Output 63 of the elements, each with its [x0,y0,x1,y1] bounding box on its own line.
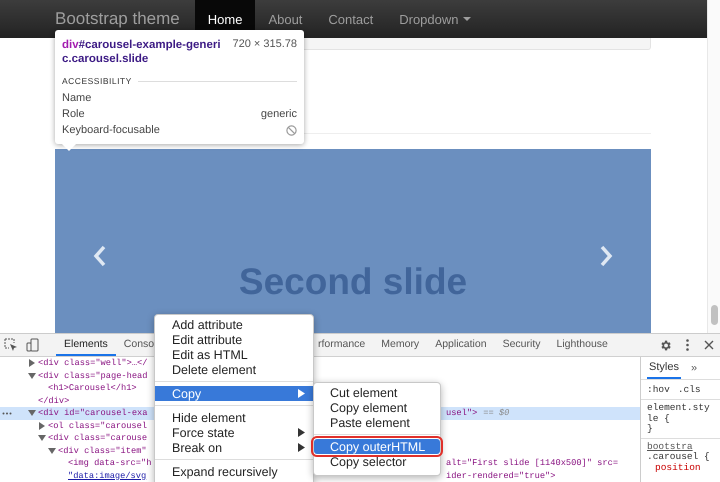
html-code: <div id="carousel-exa [38,408,148,418]
menu-item[interactable]: Edit as HTML [155,347,313,362]
property-label: Keyboard-focusable [62,124,160,136]
scrollbar-thumb[interactable] [710,305,718,325]
more-tabs-button[interactable]: » [690,357,698,379]
css-rule: element.style { [646,403,711,424]
html-code: <div class="page-head [38,370,148,381]
menu-item[interactable]: Hide element [155,410,313,425]
menu-item[interactable]: Edit attribute [155,332,313,347]
element-selector: div#carousel-example-generic.carousel.slide [62,38,222,66]
expanded-triangle-icon[interactable] [48,446,56,455]
html-code: alt="First slide [1140x500]" src= [446,458,618,468]
css-rule: .carousel { [646,452,711,462]
html-code: <div class="well">…</ [38,358,148,368]
collapsed-triangle-icon[interactable] [28,359,36,368]
html-code: <img data-src="h [68,458,152,468]
html-code: <ol class="carousel [48,420,148,431]
menu-item[interactable]: Paste element [314,415,440,430]
css-property: position [654,462,702,473]
menu-item[interactable]: Delete element [155,362,313,377]
html-code: </div> [38,396,70,406]
no-icon [286,124,297,136]
expanded-triangle-icon[interactable] [28,372,36,380]
caret-icon [462,17,470,21]
devtools-tab[interactable]: Memory [373,334,428,356]
menu-item[interactable]: Add attribute [155,317,313,332]
devtools-tab[interactable]: rformance [310,334,374,356]
html-code: ider-rendered="true"> [446,470,556,481]
section-heading: ACCESSIBILITY [62,76,132,86]
styles-tab[interactable]: Styles [647,357,681,379]
element-size: 720 × 315.78 [232,38,297,52]
css-rule: } [646,424,654,434]
menu-item[interactable]: Break on [155,440,313,455]
menu-item[interactable]: Force state [155,425,313,440]
source-link[interactable]: bootstra [641,438,720,452]
menu-item[interactable]: Expand recursively [155,464,313,479]
filter-toggle[interactable]: .cls [678,384,701,395]
chevron-right-icon[interactable] [599,245,614,267]
html-code: <h1>Carousel</h1> [48,383,137,394]
devtools-tab[interactable]: Lighthouse [548,334,616,356]
html-code: <div class="item" [58,446,147,456]
devtools-tab[interactable]: Elements [56,334,116,356]
nav-link[interactable]: Contact [315,0,386,38]
menu-item[interactable]: Copy outerHTML [314,439,440,454]
html-code: "data:image/svg [68,470,146,481]
property-label: Role [62,108,85,120]
selected-node-marker: == $0 [483,408,510,418]
devtools-tab[interactable]: Application [427,334,495,356]
expanded-triangle-icon[interactable] [38,434,46,442]
menu-item[interactable]: Cut element [314,385,440,400]
filter-toggle[interactable]: :hov [647,384,670,395]
menu-item[interactable]: Copy element [314,400,440,415]
menu-item[interactable]: Copy selector [314,454,440,469]
html-code: <div class="carouse [48,433,148,444]
devtools-tab[interactable]: Security [494,334,548,356]
expanded-triangle-icon[interactable] [28,409,36,418]
nav-link[interactable]: Dropdown [386,0,484,38]
menu-item[interactable]: Copy [155,386,313,401]
property-label: Name [62,92,92,104]
html-code: usel"> [446,408,478,418]
property-value: generic [260,108,297,120]
chevron-left-icon[interactable] [93,245,107,267]
collapsed-triangle-icon[interactable] [38,422,46,430]
